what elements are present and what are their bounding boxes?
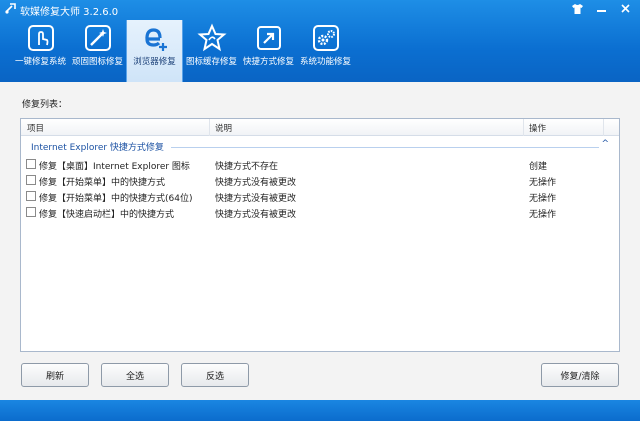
title-bar: 软媒修复大师 3.2.6.0	[0, 0, 640, 18]
tool-browser-repair[interactable]: 浏览器修复	[126, 20, 183, 82]
tool-icon-repair[interactable]: 顽固图标修复	[69, 20, 126, 82]
list-header: 项目 说明 操作	[21, 119, 619, 136]
group-divider	[171, 147, 599, 148]
collapse-icon[interactable]: ^	[601, 139, 609, 149]
group-header[interactable]: Internet Explorer 快捷方式修复 ^	[21, 139, 619, 154]
item-description: 快捷方式没有被更改	[215, 210, 297, 220]
item-name: 修复【桌面】Internet Explorer 图标	[39, 162, 190, 172]
tool-system-feature-repair[interactable]: 系统功能修复	[297, 20, 354, 82]
item-description: 快捷方式没有被更改	[215, 194, 297, 204]
select-all-button[interactable]: 全选	[101, 363, 169, 387]
skin-button[interactable]	[568, 1, 586, 16]
item-checkbox[interactable]	[26, 207, 36, 217]
ie-plus-icon	[144, 28, 167, 51]
wand-icon	[84, 25, 111, 51]
repair-list[interactable]: 项目 说明 操作 Internet Explorer 快捷方式修复 ^ 修复【桌…	[20, 118, 620, 352]
tool-icon-cache-repair[interactable]: 图标缓存修复	[183, 20, 240, 82]
list-item[interactable]: 修复【开始菜单】中的快捷方式(64位) 快捷方式没有被更改 无操作	[21, 189, 619, 205]
list-item[interactable]: 修复【快速启动栏】中的快捷方式 快捷方式没有被更改 无操作	[21, 205, 619, 221]
tool-label: 浏览器修复	[133, 57, 176, 67]
item-name: 修复【开始菜单】中的快捷方式	[39, 178, 166, 188]
column-divider[interactable]	[209, 119, 210, 136]
item-description: 快捷方式不存在	[215, 162, 279, 172]
minimize-icon	[596, 10, 606, 12]
close-button[interactable]	[616, 1, 634, 16]
tool-label: 系统功能修复	[299, 57, 351, 67]
list-item[interactable]: 修复【开始菜单】中的快捷方式 快捷方式没有被更改 无操作	[21, 173, 619, 189]
item-checkbox[interactable]	[26, 175, 36, 185]
close-icon	[620, 4, 630, 13]
header-bar: 软媒修复大师 3.2.6.0 一键修复系统 顽固图标修复 浏览器修复 图标缓存修…	[0, 0, 640, 82]
tool-label: 图标缓存修复	[185, 57, 237, 67]
tool-label: 顽固图标修复	[71, 57, 123, 67]
gears-icon	[312, 25, 339, 51]
group-title: Internet Explorer 快捷方式修复	[31, 143, 164, 153]
column-divider[interactable]	[603, 119, 604, 136]
item-name: 修复【快速启动栏】中的快捷方式	[39, 210, 175, 220]
tool-one-click-repair[interactable]: 一键修复系统	[12, 20, 69, 82]
list-item[interactable]: 修复【桌面】Internet Explorer 图标 快捷方式不存在 创建	[21, 157, 619, 173]
item-action: 创建	[529, 162, 548, 172]
refresh-button[interactable]: 刷新	[21, 363, 89, 387]
item-name: 修复【开始菜单】中的快捷方式(64位)	[39, 194, 193, 204]
item-checkbox[interactable]	[26, 191, 36, 201]
window-controls	[568, 1, 634, 16]
main-content: 修复列表： 项目 说明 操作 Internet Explorer 快捷方式修复 …	[0, 82, 640, 400]
app-window: 软媒修复大师 3.2.6.0 一键修复系统 顽固图标修复 浏览器修复 图标缓存修…	[0, 0, 640, 421]
item-action: 无操作	[529, 178, 557, 188]
shortcut-icon	[256, 26, 281, 50]
app-logo-icon	[5, 3, 16, 14]
tool-shortcut-repair[interactable]: 快捷方式修复	[240, 20, 297, 82]
tshirt-icon	[571, 3, 583, 14]
invert-selection-button[interactable]: 反选	[181, 363, 249, 387]
minimize-button[interactable]	[592, 1, 610, 16]
star-icon	[196, 23, 227, 52]
item-description: 快捷方式没有被更改	[215, 178, 297, 188]
repair-clear-button[interactable]: 修复/清除	[541, 363, 619, 387]
column-header-action[interactable]: 操作	[529, 122, 546, 134]
item-action: 无操作	[529, 210, 557, 220]
column-header-item[interactable]: 项目	[27, 122, 44, 134]
main-toolbar: 一键修复系统 顽固图标修复 浏览器修复 图标缓存修复 快捷方式修复 系统功能修复	[12, 20, 354, 82]
column-header-desc[interactable]: 说明	[215, 122, 232, 134]
repair-list-label: 修复列表：	[22, 100, 68, 110]
window-title: 软媒修复大师 3.2.6.0	[20, 7, 119, 18]
tool-label: 快捷方式修复	[242, 57, 294, 67]
hand-touch-icon	[27, 25, 54, 51]
item-checkbox[interactable]	[26, 159, 36, 169]
status-bar	[0, 400, 640, 421]
column-divider[interactable]	[523, 119, 524, 136]
item-action: 无操作	[529, 194, 557, 204]
tool-label: 一键修复系统	[14, 57, 66, 67]
